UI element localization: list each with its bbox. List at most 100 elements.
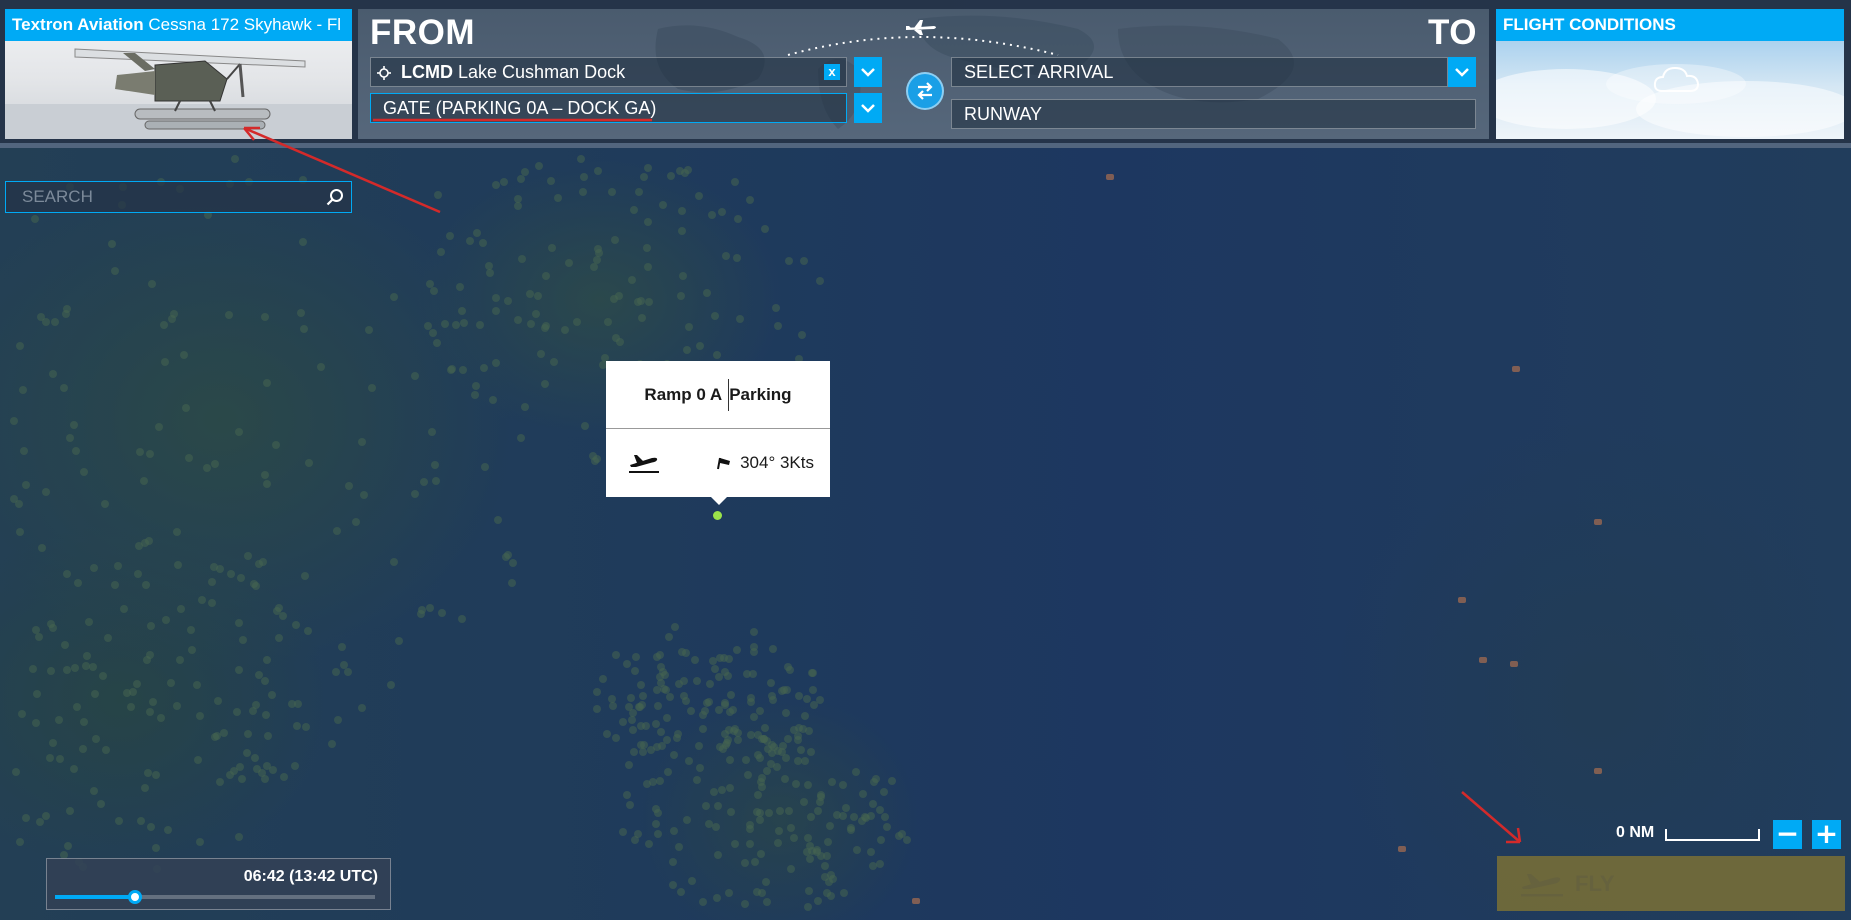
map-tree xyxy=(684,322,693,331)
map-tree xyxy=(670,622,679,631)
map-tree xyxy=(89,563,98,572)
zoom-in-button[interactable]: + xyxy=(1812,820,1841,849)
map-tree xyxy=(337,642,346,651)
aircraft-selection-card[interactable]: Textron Aviation Cessna 172 Skyhawk - Fl xyxy=(5,9,352,139)
map-tree xyxy=(709,788,718,797)
map-tree xyxy=(762,878,771,887)
map-tree xyxy=(456,282,465,291)
map-tree xyxy=(633,829,642,838)
map-tree xyxy=(504,296,513,305)
map-scale-label: 0 NM xyxy=(1616,824,1655,841)
arrival-spot-field[interactable]: RUNWAY xyxy=(951,99,1476,129)
map-tree xyxy=(795,691,804,700)
departure-dropdown-button[interactable] xyxy=(854,57,882,87)
map-tree xyxy=(793,756,802,765)
map-tree xyxy=(343,668,352,677)
map-tree xyxy=(364,326,373,335)
map-tree xyxy=(644,262,653,271)
map-tree xyxy=(132,680,141,689)
map-tree xyxy=(10,417,19,426)
map-tree xyxy=(643,164,652,172)
map-tree xyxy=(332,527,341,536)
arrival-dropdown-button[interactable] xyxy=(1448,57,1476,87)
map-tree xyxy=(250,753,259,762)
map-tree xyxy=(883,823,892,832)
map-tree xyxy=(554,194,563,203)
to-label: TO xyxy=(1428,13,1477,52)
map-tree xyxy=(714,672,723,681)
map-tree xyxy=(351,518,360,527)
zoom-out-button[interactable]: − xyxy=(1773,820,1802,849)
map-tree xyxy=(508,558,517,567)
search-input[interactable] xyxy=(6,182,316,212)
map-tree xyxy=(675,679,684,688)
map-tree xyxy=(816,790,825,799)
map-tree xyxy=(669,827,678,835)
map-tree xyxy=(152,770,161,779)
map-tree xyxy=(774,838,783,847)
map-tree xyxy=(798,725,807,734)
map-tree xyxy=(48,739,57,748)
map-tree xyxy=(16,528,25,537)
departure-spot-field[interactable]: GATE (PARKING 0A – DOCK GA) xyxy=(370,93,847,123)
map-tree xyxy=(853,845,862,854)
clear-departure-button[interactable]: x xyxy=(824,64,840,80)
map-tree xyxy=(631,652,640,661)
cloud-icon xyxy=(1653,66,1700,92)
time-slider[interactable] xyxy=(55,890,375,904)
map-tree xyxy=(655,651,664,660)
map-tree xyxy=(531,309,540,318)
map-tree xyxy=(164,826,173,835)
map-tree xyxy=(608,701,617,710)
map-tree xyxy=(83,651,92,660)
map-tree xyxy=(681,648,690,657)
map-tree xyxy=(389,557,398,566)
map-tree xyxy=(661,671,670,680)
map-tree xyxy=(610,294,619,303)
parking-location-marker[interactable] xyxy=(713,511,722,520)
map-tree xyxy=(676,292,685,301)
time-slider-thumb[interactable] xyxy=(128,890,142,904)
map-tree xyxy=(181,404,190,413)
chevron-down-icon xyxy=(1455,67,1469,77)
departure-spot-dropdown-button[interactable] xyxy=(854,93,882,123)
departure-airport-field[interactable]: LCMD Lake Cushman Dock x xyxy=(370,57,847,87)
map-structure xyxy=(1510,661,1518,667)
search-icon[interactable] xyxy=(326,188,344,206)
map-tree xyxy=(37,543,46,552)
map-tree xyxy=(761,224,770,233)
arrival-airport-field[interactable]: SELECT ARRIVAL xyxy=(951,57,1448,87)
map-tree xyxy=(637,680,646,689)
departure-plane-icon xyxy=(629,455,659,473)
map-tree xyxy=(593,688,602,697)
map-tree xyxy=(517,174,526,183)
map-structure xyxy=(1594,768,1602,774)
time-display: 06:42 (13:42 UTC) xyxy=(243,868,378,885)
fly-button[interactable]: FLY xyxy=(1497,856,1845,911)
arrival-value: SELECT ARRIVAL xyxy=(964,62,1114,82)
map-tree xyxy=(750,627,759,636)
search-box[interactable] xyxy=(5,181,352,213)
map-tree xyxy=(745,820,754,829)
map-tree xyxy=(695,763,704,772)
flight-conditions-card[interactable]: FLIGHT CONDITIONS xyxy=(1496,9,1844,139)
map-tree xyxy=(763,767,772,776)
map-tree xyxy=(417,606,426,615)
map-tree xyxy=(134,570,143,579)
map-tree xyxy=(298,237,307,246)
map-tree xyxy=(479,238,488,247)
parking-info-popup[interactable]: Ramp 0 A Parking 304° 3Kts xyxy=(606,361,830,505)
map-tree xyxy=(154,422,163,431)
map-tree xyxy=(434,190,443,199)
map-tree xyxy=(146,651,155,660)
map-tree xyxy=(437,248,446,257)
map-tree xyxy=(823,838,832,847)
map-tree xyxy=(663,767,672,776)
map-tree xyxy=(297,309,306,318)
map-tree xyxy=(619,718,628,727)
map-tree xyxy=(161,615,170,624)
map-tree xyxy=(767,748,776,757)
swap-route-button[interactable] xyxy=(906,72,944,110)
map-tree xyxy=(63,666,72,675)
map-tree xyxy=(664,633,673,642)
